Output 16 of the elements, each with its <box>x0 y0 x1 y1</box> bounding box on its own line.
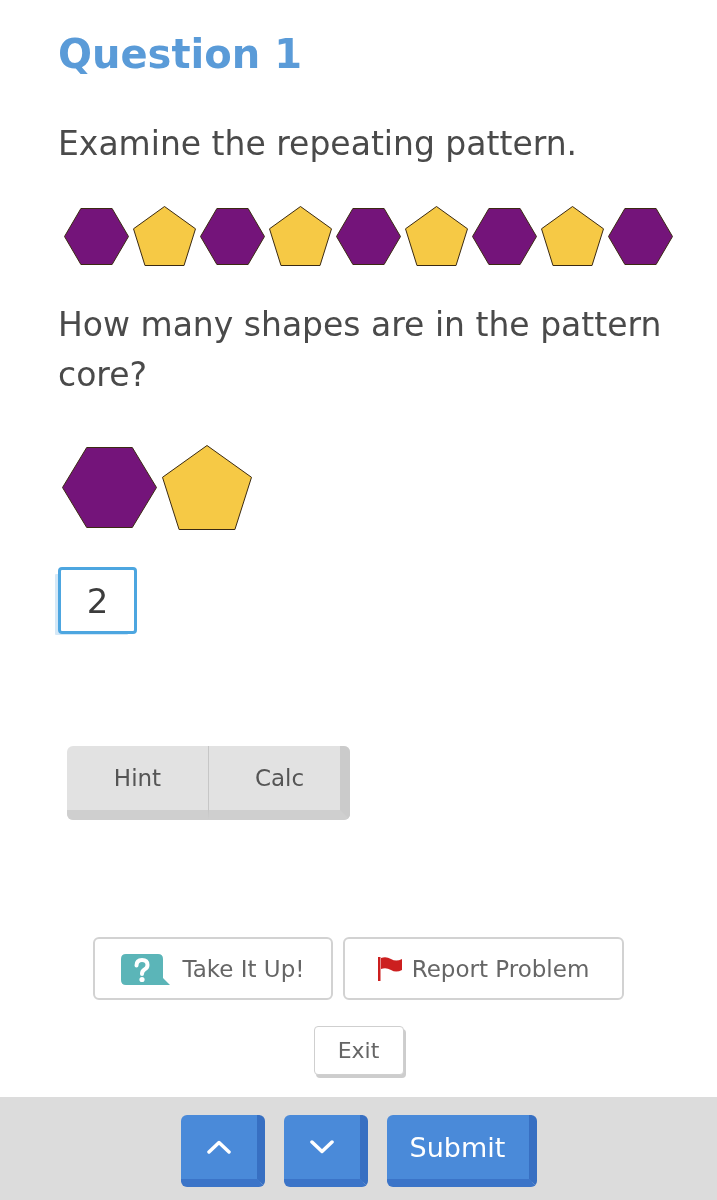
flag-icon <box>377 956 402 981</box>
question-text: How many shapes are in the pattern core? <box>58 304 663 396</box>
hint-button[interactable]: Hint <box>67 746 209 820</box>
question-prompt: Examine the repeating pattern. <box>58 123 578 165</box>
chevron-up-icon <box>206 1140 231 1154</box>
help-bubble-icon <box>121 954 171 985</box>
exit-button[interactable]: Exit <box>313 1026 404 1075</box>
chevron-down-icon <box>309 1140 334 1154</box>
calc-button[interactable]: Calc <box>209 746 350 820</box>
report-problem-button[interactable]: Report Problem <box>343 937 624 1000</box>
take-it-up-button[interactable]: Take It Up! <box>93 937 333 1000</box>
up-button[interactable] <box>180 1115 265 1187</box>
question-title: Question 1 <box>58 30 302 78</box>
submit-button[interactable]: Submit <box>386 1115 537 1187</box>
down-button[interactable] <box>283 1115 368 1187</box>
answer-field[interactable]: 2 <box>58 567 137 634</box>
